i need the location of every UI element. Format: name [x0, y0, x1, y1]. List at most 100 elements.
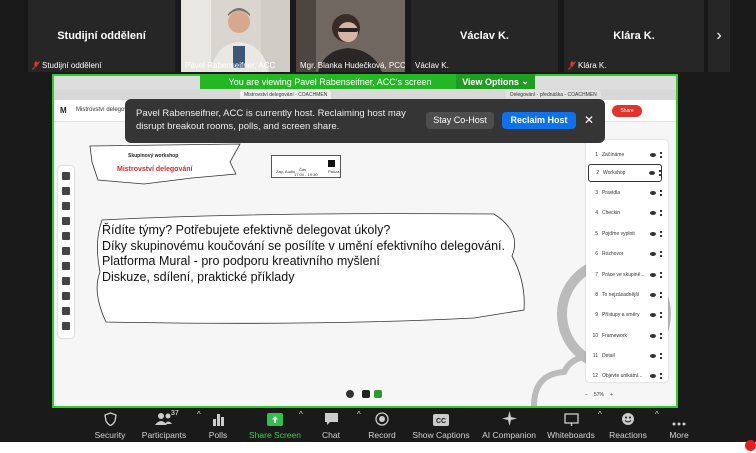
- outline-item[interactable]: 7 Práce ve skupině...: [588, 266, 662, 284]
- participant-label: Mgr. Blanka Hudečková, PCC: [300, 61, 405, 70]
- outline-number: 10: [592, 333, 598, 339]
- eye-icon[interactable]: [650, 374, 656, 378]
- participant-tile-video[interactable]: Pavel Rabenseifner, ACC: [181, 0, 290, 72]
- eye-icon[interactable]: [649, 171, 655, 175]
- outline-number: 3: [595, 190, 598, 196]
- eye-icon[interactable]: [650, 334, 656, 338]
- outline-number: 12: [592, 373, 598, 379]
- next-page-button[interactable]: ›: [708, 0, 730, 72]
- eye-icon[interactable]: [650, 232, 656, 236]
- mural-share-button[interactable]: Share: [612, 105, 642, 117]
- participant-tile[interactable]: Studijní oddělení Studijní oddělení: [28, 0, 175, 72]
- legend-audio: Zap. Audio: [276, 169, 296, 174]
- workshop-title: Skupinový workshop: [128, 153, 179, 159]
- connector-tool-icon[interactable]: [62, 232, 70, 240]
- host-message: Pavel Rabenseifner, ACC is currently hos…: [136, 108, 406, 132]
- outline-item[interactable]: 8 To nejzásadnější: [588, 286, 662, 304]
- meeting-toolbar: Security Participants 37 Polls Share Screen C…: [0, 408, 756, 442]
- chevron-up-icon[interactable]: ^: [357, 410, 361, 419]
- view-options-button[interactable]: View Options ⌄: [456, 74, 535, 89]
- reclaim-host-button[interactable]: Reclaim Host: [502, 112, 576, 129]
- more-vertical-icon[interactable]: [660, 190, 662, 196]
- reclaim-host-popup: Pavel Rabenseifner, ACC is currently hos…: [125, 99, 605, 143]
- text-line: Řídíte týmy? Potřebujete efektivně deleg…: [102, 223, 391, 237]
- zoom-out-icon[interactable]: −: [585, 392, 588, 398]
- more-vertical-icon[interactable]: [660, 312, 662, 318]
- emoji-icon[interactable]: [346, 390, 354, 398]
- participant-label-text: Václav K.: [415, 61, 449, 70]
- more-vertical-icon[interactable]: [660, 210, 662, 216]
- stay-cohost-button[interactable]: Stay Co-Host: [426, 112, 494, 129]
- eye-icon[interactable]: [650, 191, 656, 195]
- outline-title: Objevte unikátní...: [602, 373, 643, 379]
- workshop-subtitle: Mistrovství delegování: [117, 166, 193, 173]
- eye-icon[interactable]: [650, 211, 656, 215]
- chevron-right-icon: ›: [716, 27, 722, 44]
- trash-tool-icon[interactable]: [62, 307, 70, 315]
- eye-icon[interactable]: [650, 252, 656, 256]
- participant-label: Studijní oddělení: [32, 61, 102, 70]
- participant-label-text: Studijní oddělení: [42, 61, 102, 70]
- draw-tool-icon[interactable]: [62, 292, 70, 300]
- more-vertical-icon[interactable]: [660, 251, 662, 257]
- zoom-level: 57%: [593, 392, 604, 398]
- chevron-up-icon[interactable]: ^: [598, 410, 602, 419]
- chevron-up-icon[interactable]: ^: [299, 410, 303, 419]
- more-vertical-icon[interactable]: [660, 373, 662, 379]
- eye-icon[interactable]: [650, 354, 656, 358]
- eye-icon[interactable]: [650, 273, 656, 277]
- outline-item[interactable]: 12 Objevte unikátní...: [588, 367, 662, 385]
- close-icon[interactable]: ✕: [582, 111, 596, 129]
- table-tool-icon[interactable]: [62, 277, 70, 285]
- eye-icon[interactable]: [650, 153, 656, 157]
- outline-item[interactable]: 9 Přístupy a směry: [588, 306, 662, 324]
- sticky-note-tool-icon[interactable]: [62, 187, 70, 195]
- more-vertical-icon[interactable]: [660, 231, 662, 237]
- eye-icon[interactable]: [650, 293, 656, 297]
- more-vertical-icon[interactable]: [659, 170, 661, 176]
- outline-number: 6: [595, 251, 598, 257]
- outline-number: 2: [596, 170, 599, 176]
- text-line: Díky skupinovému koučování se posílíte v…: [102, 238, 506, 253]
- participant-tile[interactable]: Václav K. Václav K.: [411, 0, 558, 72]
- zoom-in-icon[interactable]: +: [610, 392, 613, 398]
- outline-item[interactable]: 4 Checkin: [588, 204, 662, 222]
- window-bottom-edge: [0, 442, 756, 453]
- more-vertical-icon[interactable]: [660, 353, 662, 359]
- more-vertical-icon[interactable]: [660, 292, 662, 298]
- outline-item[interactable]: 11 Detail: [588, 347, 662, 365]
- zoom-meeting-window: Studijní oddělení Studijní oddělení Pave…: [0, 0, 756, 453]
- timer-icon[interactable]: [362, 390, 370, 398]
- eye-icon[interactable]: [650, 313, 656, 317]
- outline-item[interactable]: 1 Začínáme: [588, 146, 662, 164]
- chevron-up-icon[interactable]: ^: [655, 410, 659, 419]
- zoom-control[interactable]: − 57% +: [585, 390, 670, 400]
- outline-item[interactable]: 3 Pravidla: [588, 184, 662, 202]
- participant-tile-video[interactable]: Mgr. Blanka Hudečková, PCC: [296, 0, 405, 72]
- templates-tool-icon[interactable]: [62, 172, 70, 180]
- outline-item[interactable]: 2 Workshop: [588, 164, 662, 182]
- outline-item[interactable]: 6 Rozhovor: [588, 245, 662, 263]
- participant-label: Klára K.: [568, 61, 606, 70]
- more-vertical-icon[interactable]: [660, 272, 662, 278]
- outline-item[interactable]: 10 Framework: [588, 327, 662, 345]
- voting-icon[interactable]: [374, 390, 382, 398]
- participant-name: Klára K.: [613, 30, 655, 42]
- more-button[interactable]: More: [639, 408, 719, 442]
- shapes-tool-icon[interactable]: [62, 217, 70, 225]
- outline-title: Pravidla: [602, 190, 621, 196]
- frame-tool-icon[interactable]: [62, 322, 70, 330]
- more-vertical-icon[interactable]: [660, 152, 662, 158]
- participant-label-text: Pavel Rabenseifner, ACC: [185, 61, 276, 70]
- outline-number: 5: [595, 231, 598, 237]
- outline-item[interactable]: 5 Pojďme vyplnit: [588, 225, 662, 243]
- outline-title: Rozhovor: [602, 251, 624, 257]
- participant-tile[interactable]: Klára K. Klára K.: [564, 0, 704, 72]
- text-tool-icon[interactable]: [62, 202, 70, 210]
- outline-title: Checkin: [602, 210, 621, 216]
- more-vertical-icon[interactable]: [660, 333, 662, 339]
- outline-title: Práce ve skupině...: [602, 272, 645, 278]
- image-tool-icon[interactable]: [62, 247, 70, 255]
- chevron-up-icon[interactable]: ^: [197, 410, 201, 419]
- diagram-tool-icon[interactable]: [62, 262, 70, 270]
